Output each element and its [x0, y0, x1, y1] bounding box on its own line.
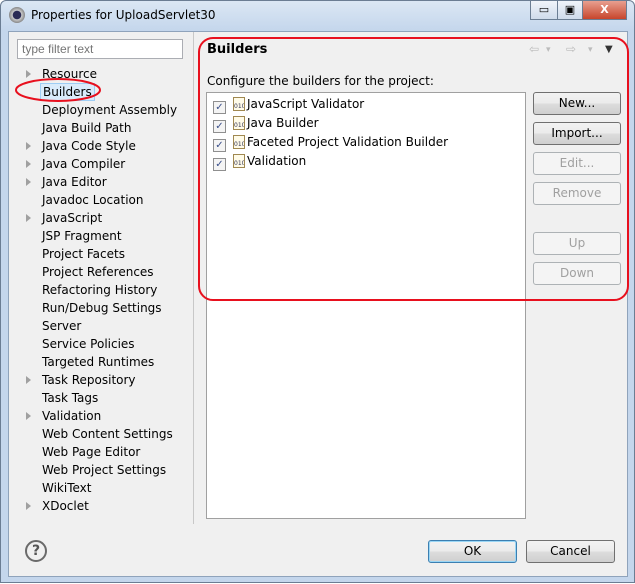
annotation-overlay — [15, 37, 629, 301]
properties-dialog: Properties for UploadServlet30 ▭ ▣ X Res… — [0, 0, 635, 583]
builders-highlight-ellipse — [15, 78, 101, 102]
builders-page-highlight — [198, 37, 629, 301]
